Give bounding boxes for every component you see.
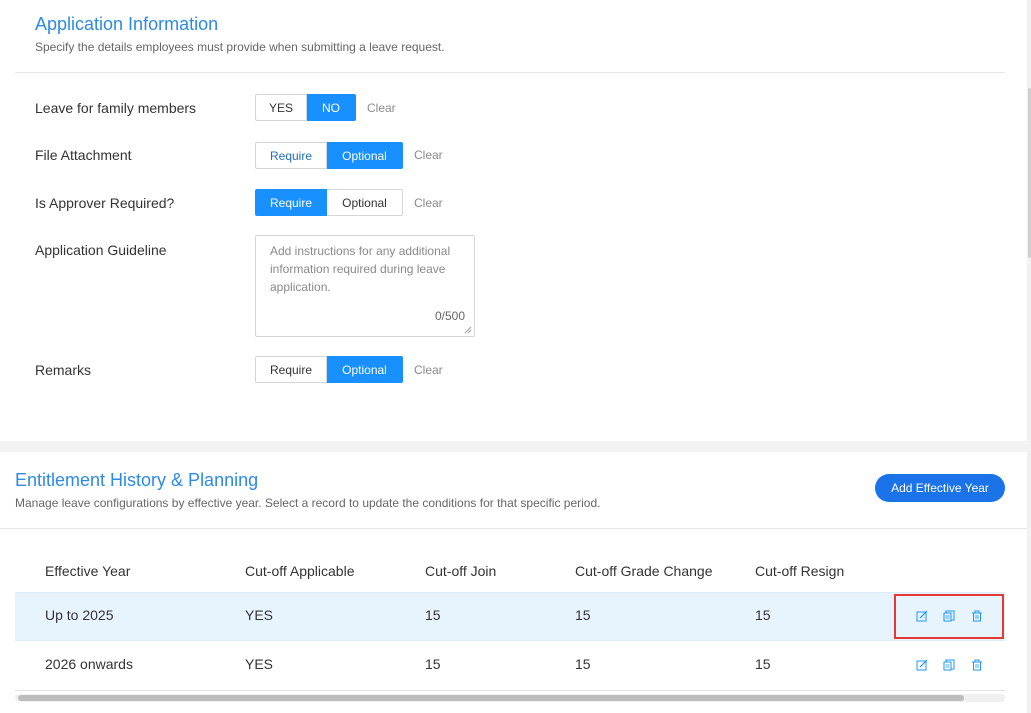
section-divider	[15, 72, 1005, 73]
application-guideline-textarea[interactable]: Add instructions for any additional info…	[255, 235, 475, 337]
add-effective-year-button[interactable]: Add Effective Year	[875, 474, 1005, 502]
edit-icon[interactable]	[916, 659, 928, 671]
cell-cutoff-grade-change: 15	[575, 656, 591, 672]
approver-require-button[interactable]: Require	[255, 189, 327, 216]
row-divider	[15, 690, 1005, 691]
approver-optional-button[interactable]: Optional	[327, 189, 403, 216]
family-members-label: Leave for family members	[35, 100, 197, 116]
guideline-placeholder: Add instructions for any additional info…	[270, 244, 451, 294]
approver-required-toggle: Require Optional	[255, 189, 403, 216]
cell-cutoff-join: 15	[425, 656, 441, 672]
horizontal-scrollbar-thumb[interactable]	[18, 695, 964, 701]
family-members-toggle: YES NO	[255, 94, 356, 121]
section-title-entitlement-history: Entitlement History & Planning	[15, 470, 259, 490]
file-attachment-label: File Attachment	[35, 147, 132, 163]
remarks-optional-button[interactable]: Optional	[327, 356, 403, 383]
file-attachment-toggle: Require Optional	[255, 142, 403, 169]
attachment-require-button[interactable]: Require	[255, 142, 327, 169]
delete-icon[interactable]	[971, 659, 983, 671]
cell-cutoff-applicable: YES	[245, 607, 274, 623]
annotation-highlight-box	[894, 594, 1004, 639]
attachment-optional-button[interactable]: Optional	[327, 142, 403, 169]
column-header-cutoff-applicable: Cut-off Applicable	[245, 563, 355, 579]
resize-handle-icon[interactable]	[464, 326, 472, 334]
section-subtitle-application-information: Specify the details employees must provi…	[35, 40, 445, 54]
cell-cutoff-resign: 15	[755, 607, 771, 623]
cell-cutoff-grade-change: 15	[575, 607, 591, 623]
section-title-application-information: Application Information	[35, 14, 219, 34]
column-header-cutoff-join: Cut-off Join	[425, 563, 497, 579]
cell-cutoff-resign: 15	[755, 656, 771, 672]
copy-icon[interactable]	[943, 659, 955, 671]
table-row[interactable]	[15, 592, 1005, 641]
entitlement-divider	[0, 528, 1027, 529]
cell-cutoff-join: 15	[425, 607, 441, 623]
page: Application Information Specify the deta…	[0, 0, 1031, 713]
remarks-require-button[interactable]: Require	[255, 356, 327, 383]
cell-effective-year: 2026 onwards	[45, 656, 133, 672]
column-header-cutoff-grade-change: Cut-off Grade Change	[575, 563, 713, 579]
entitlement-history-card	[0, 452, 1027, 713]
family-clear-link[interactable]: Clear	[367, 101, 396, 115]
remarks-toggle: Require Optional	[255, 356, 403, 383]
guideline-char-counter: 0/500	[434, 309, 465, 323]
remarks-clear-link[interactable]: Clear	[414, 363, 443, 377]
column-header-effective-year: Effective Year	[45, 563, 131, 579]
cell-cutoff-applicable: YES	[245, 656, 274, 672]
family-yes-button[interactable]: YES	[255, 94, 307, 121]
attachment-clear-link[interactable]: Clear	[414, 148, 443, 162]
application-information-card	[0, 0, 1027, 441]
remarks-label: Remarks	[35, 362, 92, 378]
cell-effective-year: Up to 2025	[45, 607, 114, 623]
column-header-cutoff-resign: Cut-off Resign	[755, 563, 845, 579]
family-no-button[interactable]: NO	[307, 94, 356, 121]
approver-clear-link[interactable]: Clear	[414, 196, 443, 210]
approver-required-label: Is Approver Required?	[35, 195, 175, 211]
application-guideline-label: Application Guideline	[35, 242, 167, 258]
section-subtitle-entitlement-history: Manage leave configurations by effective…	[15, 496, 601, 510]
